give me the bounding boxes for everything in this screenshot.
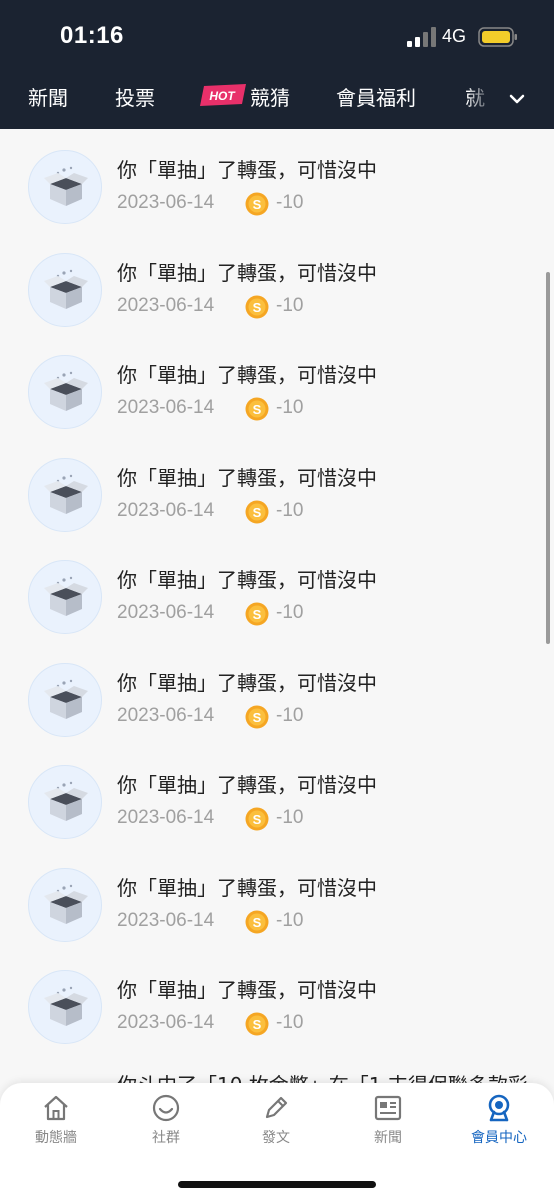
coin-amount: -10 <box>276 807 304 828</box>
open-box-icon <box>44 781 88 821</box>
record-date: 2023-06-14 <box>117 294 215 316</box>
status-bar: 01:16 4G <box>0 0 554 72</box>
tab-post-label: 發文 <box>262 1130 290 1146</box>
record-date: 2023-06-14 <box>117 499 215 521</box>
svg-text:S: S <box>253 300 262 315</box>
open-box-icon <box>44 269 88 309</box>
coin-amount: -10 <box>276 602 304 623</box>
open-box-icon <box>44 371 88 411</box>
tab-community[interactable]: 社群 <box>111 1093 221 1153</box>
coin-amount: -10 <box>276 499 304 521</box>
svg-text:S: S <box>253 915 262 930</box>
home-icon <box>44 1095 68 1121</box>
record-list[interactable]: 你「單抽」了轉蛋，可惜沒中 2023-06-14 S -10 你「單抽」了轉蛋，可惜沒中… <box>0 129 554 1089</box>
tab-member-center-label: 會員中心 <box>471 1130 527 1146</box>
network-type: 4G <box>442 26 467 46</box>
open-box-icon <box>44 679 88 719</box>
tab-member-center[interactable]: 會員中心 <box>444 1093 554 1153</box>
gift-box-avatar <box>28 867 102 942</box>
battery-icon <box>478 27 517 47</box>
coin-icon: S <box>245 295 269 318</box>
open-box-icon <box>44 474 88 514</box>
coin-icon: S <box>245 807 269 831</box>
record-title: 你「單抽」了轉蛋，可惜沒中 <box>117 260 377 285</box>
tab-feed[interactable]: 動態牆 <box>1 1093 111 1153</box>
svg-text:S: S <box>253 812 262 827</box>
coin-icon: S <box>245 910 269 933</box>
record-title: 你「單抽」了轉蛋，可惜沒中 <box>117 670 377 695</box>
tab-post[interactable]: 發文 <box>221 1093 331 1153</box>
record-date: 2023-06-14 <box>117 1012 215 1033</box>
record-title: 你「單抽」了轉蛋，可惜沒中 <box>117 978 377 1002</box>
record-title: 你「單抽」了轉蛋，可惜沒中 <box>117 773 377 797</box>
gift-box-avatar <box>28 252 102 327</box>
signal-icon <box>407 27 436 47</box>
nav-tab-guess[interactable]: 競猜 <box>250 82 290 111</box>
record-title: 你「單抽」了轉蛋，可惜沒中 <box>117 363 377 387</box>
record-date: 2023-06-14 <box>117 602 215 623</box>
coin-icon: S <box>245 705 269 728</box>
scrollbar[interactable] <box>546 272 550 644</box>
status-time: 01:16 <box>60 22 124 49</box>
coin-icon: S <box>245 1012 269 1036</box>
tab-community-label: 社群 <box>152 1130 180 1146</box>
top-nav: 新聞 投票 HOT 競猜 會員福利 就 <box>0 72 554 129</box>
record-title: 你「單抽」了轉蛋，可惜沒中 <box>117 568 377 592</box>
tab-news-label: 新聞 <box>374 1130 402 1146</box>
home-indicator <box>178 1181 376 1188</box>
record-date: 2023-06-14 <box>117 807 215 828</box>
gift-box-avatar <box>28 457 102 532</box>
gift-box-avatar <box>28 560 102 634</box>
tab-news[interactable]: 新聞 <box>333 1093 443 1153</box>
coin-icon: S <box>245 397 269 421</box>
tab-feed-label: 動態牆 <box>35 1130 77 1146</box>
coin-amount: -10 <box>276 909 304 931</box>
coin-icon: S <box>245 500 269 523</box>
coin-amount: -10 <box>276 704 304 726</box>
nav-tab-news[interactable]: 新聞 <box>28 82 68 111</box>
svg-text:S: S <box>253 402 262 417</box>
hot-badge-icon: HOT <box>200 84 246 106</box>
open-box-icon <box>44 986 88 1026</box>
gift-box-avatar <box>28 662 102 737</box>
record-title: 你「單抽」了轉蛋，可惜沒中 <box>117 875 377 900</box>
open-box-icon <box>44 884 88 924</box>
open-box-icon <box>44 576 88 616</box>
top-header: 01:16 4G 新聞 投票 HOT 競猜 會員福利 就 <box>0 0 554 129</box>
pencil-icon <box>265 1096 288 1119</box>
nav-tab-member-benefits[interactable]: 會員福利 <box>336 82 416 111</box>
record-date: 2023-06-14 <box>117 704 215 726</box>
svg-text:S: S <box>253 1017 262 1032</box>
coin-amount: -10 <box>276 294 304 316</box>
svg-text:S: S <box>253 607 262 622</box>
record-title: 你「單抽」了轉蛋，可惜沒中 <box>117 465 377 490</box>
member-icon <box>488 1094 510 1122</box>
coin-icon: S <box>245 602 269 626</box>
record-date: 2023-06-14 <box>117 397 215 418</box>
chevron-down-icon[interactable] <box>506 88 528 110</box>
coin-amount: -10 <box>276 397 304 418</box>
svg-text:S: S <box>253 710 262 725</box>
gift-box-avatar <box>28 355 102 429</box>
gift-box-avatar <box>28 970 102 1044</box>
record-date: 2023-06-14 <box>117 909 215 931</box>
hot-badge-text: HOT <box>209 89 236 103</box>
svg-text:S: S <box>253 505 262 520</box>
gift-box-avatar <box>28 765 102 839</box>
news-icon <box>374 1095 402 1121</box>
nav-tab-vote[interactable]: 投票 <box>115 82 155 111</box>
community-icon <box>152 1094 180 1122</box>
list-item[interactable]: 你「單抽」了轉蛋，可惜沒中 2023-06-14 S -10 <box>0 129 554 1044</box>
coin-amount: -10 <box>276 1012 304 1033</box>
